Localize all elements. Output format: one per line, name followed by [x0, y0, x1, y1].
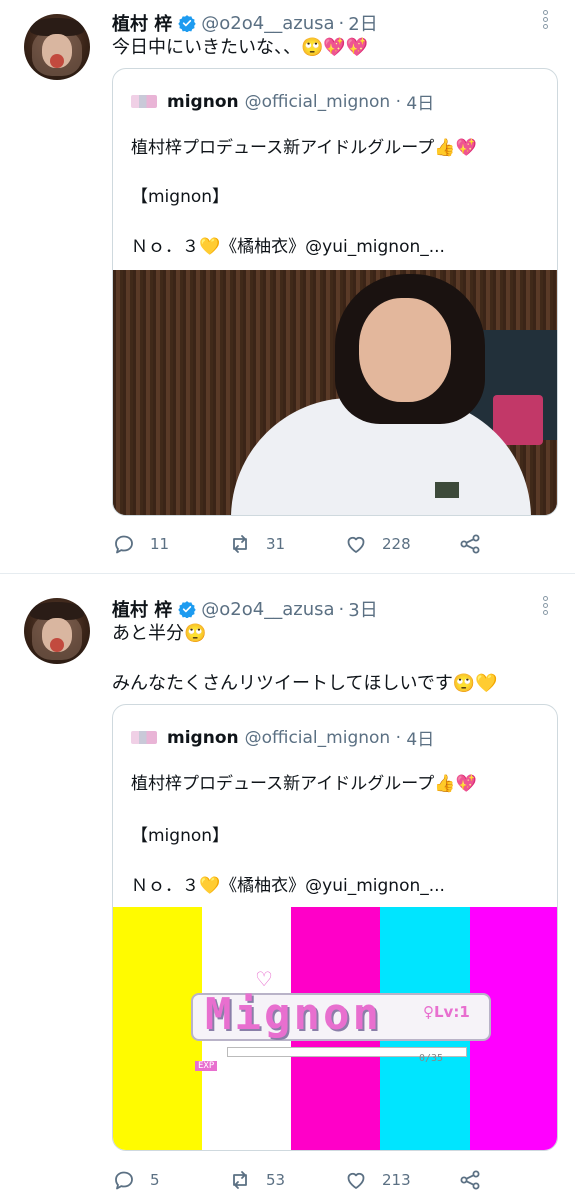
retweet-count: 31 — [266, 535, 286, 553]
reply-icon — [115, 1171, 133, 1190]
quote-author-handle: @official_mignon — [244, 727, 391, 748]
quote-time: 4日 — [406, 94, 435, 114]
quote-author-handle: @official_mignon — [244, 91, 391, 112]
reply-count: 11 — [150, 535, 170, 553]
quote-text-line: 植村梓プロデュース新アイドルグループ👍💖 — [131, 138, 477, 158]
reply-button[interactable]: 11 — [112, 532, 169, 556]
color-stripe — [113, 907, 202, 1150]
author-name[interactable]: 植村 梓 — [112, 596, 172, 622]
quote-author-name: mignon — [167, 91, 239, 112]
quote-author-name: mignon — [167, 727, 239, 748]
author-handle[interactable]: @o2o4__azusa — [201, 13, 334, 34]
quote-text-line: 【mignon】 — [131, 187, 230, 207]
retweet-button[interactable]: 53 — [228, 1168, 285, 1192]
share-icon — [460, 534, 480, 554]
tweet-actions: 5 53 213 — [112, 1168, 552, 1194]
heart-icon: ♡ — [255, 967, 273, 991]
tweet[interactable]: 植村 梓 @o2o4__azusa · 2日 今日中にいきたいな、、🙄💖💖 mi… — [0, 0, 575, 574]
tweet[interactable]: 植村 梓 @o2o4__azusa · 3日 あと半分🙄 みんなたくさんリツイー… — [0, 574, 575, 1200]
tweet-header: 植村 梓 @o2o4__azusa · 3日 — [112, 596, 378, 622]
separator-dot: · — [338, 12, 345, 34]
author-name[interactable]: 植村 梓 — [112, 10, 172, 36]
tweet-text: みんなたくさんリツイートしてほしいです🙄💛 — [112, 673, 498, 694]
quote-text-line: 植村梓プロデュース新アイドルグループ👍💖 — [131, 774, 477, 794]
like-icon — [347, 1172, 365, 1189]
share-icon — [460, 1170, 480, 1190]
quote-header: mignon @official_mignon · 4日 — [131, 725, 434, 750]
quoted-tweet[interactable]: mignon @official_mignon · 4日 植村梓プロデュース新ア… — [112, 704, 558, 1151]
tweet-actions: 11 31 228 — [112, 532, 552, 558]
avatar[interactable] — [24, 598, 90, 664]
quote-text-line: Ｎｏ．３💛《橘柚衣》@yui_mignon_... — [131, 876, 445, 896]
separator-dot: · — [338, 598, 345, 620]
more-vertical-icon[interactable] — [540, 10, 550, 32]
mignon-logo: ♡ Mignon ♀Lv:1 0/35 EXP — [191, 967, 491, 1073]
reply-count: 5 — [150, 1171, 160, 1189]
like-count: 228 — [382, 535, 411, 553]
like-icon — [347, 536, 365, 553]
tweet-header: 植村 梓 @o2o4__azusa · 2日 — [112, 10, 378, 36]
quote-header: mignon @official_mignon · 4日 — [131, 89, 434, 114]
logo-tag: EXP — [195, 1061, 218, 1071]
retweet-icon — [233, 535, 247, 553]
like-button[interactable]: 228 — [344, 532, 411, 556]
quote-text-line: 【mignon】 — [131, 826, 230, 846]
quote-avatar — [131, 731, 157, 744]
quote-time: 4日 — [406, 730, 435, 750]
reply-button[interactable]: 5 — [112, 1168, 160, 1192]
quote-photo[interactable] — [113, 270, 557, 515]
quote-avatar — [131, 95, 157, 108]
more-vertical-icon[interactable] — [540, 596, 550, 618]
verified-badge-icon — [178, 15, 196, 32]
retweet-button[interactable]: 31 — [228, 532, 285, 556]
like-button[interactable]: 213 — [344, 1168, 411, 1192]
logo-level: ♀Lv:1 — [423, 1003, 470, 1021]
tweet-time[interactable]: 3日 — [348, 596, 377, 622]
tweet-text: 今日中にいきたいな、、🙄💖💖 — [112, 37, 369, 58]
tweet-time[interactable]: 2日 — [348, 10, 377, 36]
avatar[interactable] — [24, 14, 90, 80]
logo-word: Mignon — [205, 989, 382, 1040]
retweet-count: 53 — [266, 1171, 286, 1189]
quote-photo[interactable]: ♡ Mignon ♀Lv:1 0/35 EXP — [113, 907, 557, 1150]
like-count: 213 — [382, 1171, 411, 1189]
verified-badge-icon — [178, 601, 196, 618]
author-handle[interactable]: @o2o4__azusa — [201, 599, 334, 620]
quoted-tweet[interactable]: mignon @official_mignon · 4日 植村梓プロデュース新ア… — [112, 68, 558, 516]
quote-text-line: Ｎｏ．３💛《橘柚衣》@yui_mignon_... — [131, 237, 445, 257]
reply-icon — [115, 535, 133, 554]
separator-dot: · — [390, 727, 407, 748]
logo-exp: 0/35 — [419, 1053, 444, 1064]
retweet-icon — [233, 1171, 247, 1189]
tweet-text: あと半分🙄 — [112, 623, 207, 644]
share-button[interactable] — [458, 532, 496, 556]
share-button[interactable] — [458, 1168, 496, 1192]
separator-dot: · — [390, 91, 407, 112]
